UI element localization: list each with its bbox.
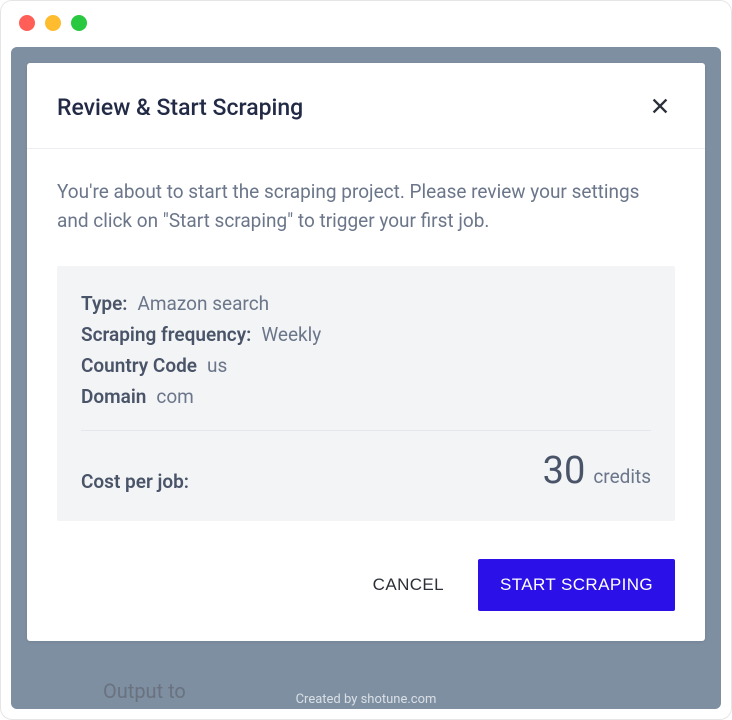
country-label: Country Code <box>81 354 197 377</box>
modal-header: Review & Start Scraping <box>27 63 705 149</box>
country-value: us <box>207 354 227 377</box>
country-row: Country Code us <box>81 350 651 381</box>
cost-number: 30 <box>543 449 586 493</box>
review-modal: Review & Start Scraping You're about to … <box>27 63 705 641</box>
type-value: Amazon search <box>138 292 270 315</box>
window-maximize-button[interactable] <box>71 15 87 31</box>
start-scraping-button[interactable]: START SCRAPING <box>478 559 675 611</box>
modal-footer: CANCEL START SCRAPING <box>27 531 705 641</box>
window-close-button[interactable] <box>19 15 35 31</box>
cost-value-group: 30 credits <box>543 449 651 493</box>
browser-window: Output to Review & Start Scraping You're… <box>0 0 732 720</box>
cost-row: Cost per job: 30 credits <box>81 449 651 493</box>
cost-label: Cost per job: <box>81 470 189 493</box>
window-titlebar <box>1 1 731 45</box>
frequency-row: Scraping frequency: Weekly <box>81 319 651 350</box>
frequency-label: Scraping frequency: <box>81 323 251 346</box>
modal-body: You're about to start the scraping proje… <box>27 149 705 531</box>
review-summary-box: Type: Amazon search Scraping frequency: … <box>57 266 675 521</box>
cancel-button[interactable]: CANCEL <box>373 575 444 595</box>
app-background: Output to Review & Start Scraping You're… <box>11 47 721 709</box>
divider <box>81 430 651 431</box>
domain-row: Domain com <box>81 381 651 412</box>
window-minimize-button[interactable] <box>45 15 61 31</box>
close-button[interactable] <box>645 91 675 124</box>
cost-unit: credits <box>593 465 651 488</box>
modal-intro-text: You're about to start the scraping proje… <box>57 177 675 236</box>
domain-value: com <box>156 385 193 408</box>
close-icon <box>649 95 671 117</box>
watermark-text: Created by shotune.com <box>11 692 721 707</box>
type-label: Type: <box>81 292 128 315</box>
domain-label: Domain <box>81 385 146 408</box>
frequency-value: Weekly <box>261 323 321 346</box>
modal-title: Review & Start Scraping <box>57 94 303 121</box>
type-row: Type: Amazon search <box>81 288 651 319</box>
